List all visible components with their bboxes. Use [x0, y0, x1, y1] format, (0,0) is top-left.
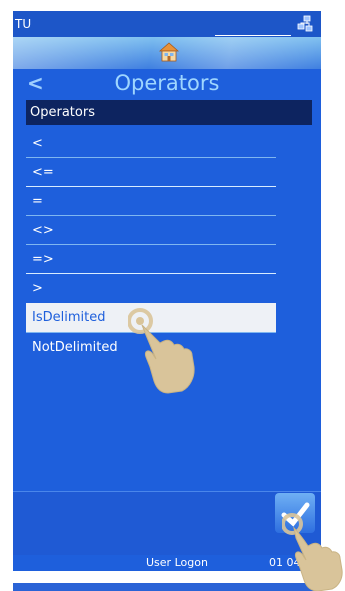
network-icon [297, 15, 313, 32]
list-item-label: <> [32, 223, 54, 238]
device-screen: TU Operators < Operators < <= = <> => > … [13, 11, 321, 571]
section-header: Operators [26, 100, 312, 125]
list-item-label: = [32, 194, 43, 209]
status-underline [215, 35, 291, 36]
list-item-label: IsDelimited [32, 310, 106, 325]
page-title: Operators [114, 71, 220, 95]
list-item-label: < [32, 136, 43, 151]
app-label: TU [15, 17, 32, 31]
list-item-lt[interactable]: < [26, 129, 276, 158]
list-item-ne[interactable]: <> [26, 216, 276, 245]
user-logon-label[interactable]: User Logon [146, 556, 208, 569]
pointer-hand-icon [128, 308, 195, 394]
section-header-label: Operators [30, 105, 95, 120]
title-bar: Operators < [13, 71, 321, 99]
next-screen-edge [13, 583, 321, 591]
home-icon[interactable] [158, 41, 180, 63]
list-item-label: > [32, 281, 43, 296]
list-item-label: => [32, 252, 54, 267]
list-item-label: NotDelimited [32, 340, 118, 355]
pointer-hand-icon [282, 513, 343, 591]
list-item-label: <= [32, 165, 54, 180]
back-chevron-icon[interactable]: < [27, 71, 44, 95]
list-item-le[interactable]: <= [26, 158, 276, 187]
list-item-gt[interactable]: > [26, 274, 276, 303]
status-bar: TU [13, 11, 321, 37]
list-item-ge[interactable]: => [26, 245, 276, 274]
bottom-status-bar: User Logon 01 04 [13, 555, 321, 571]
list-item-eq[interactable]: = [26, 187, 276, 216]
